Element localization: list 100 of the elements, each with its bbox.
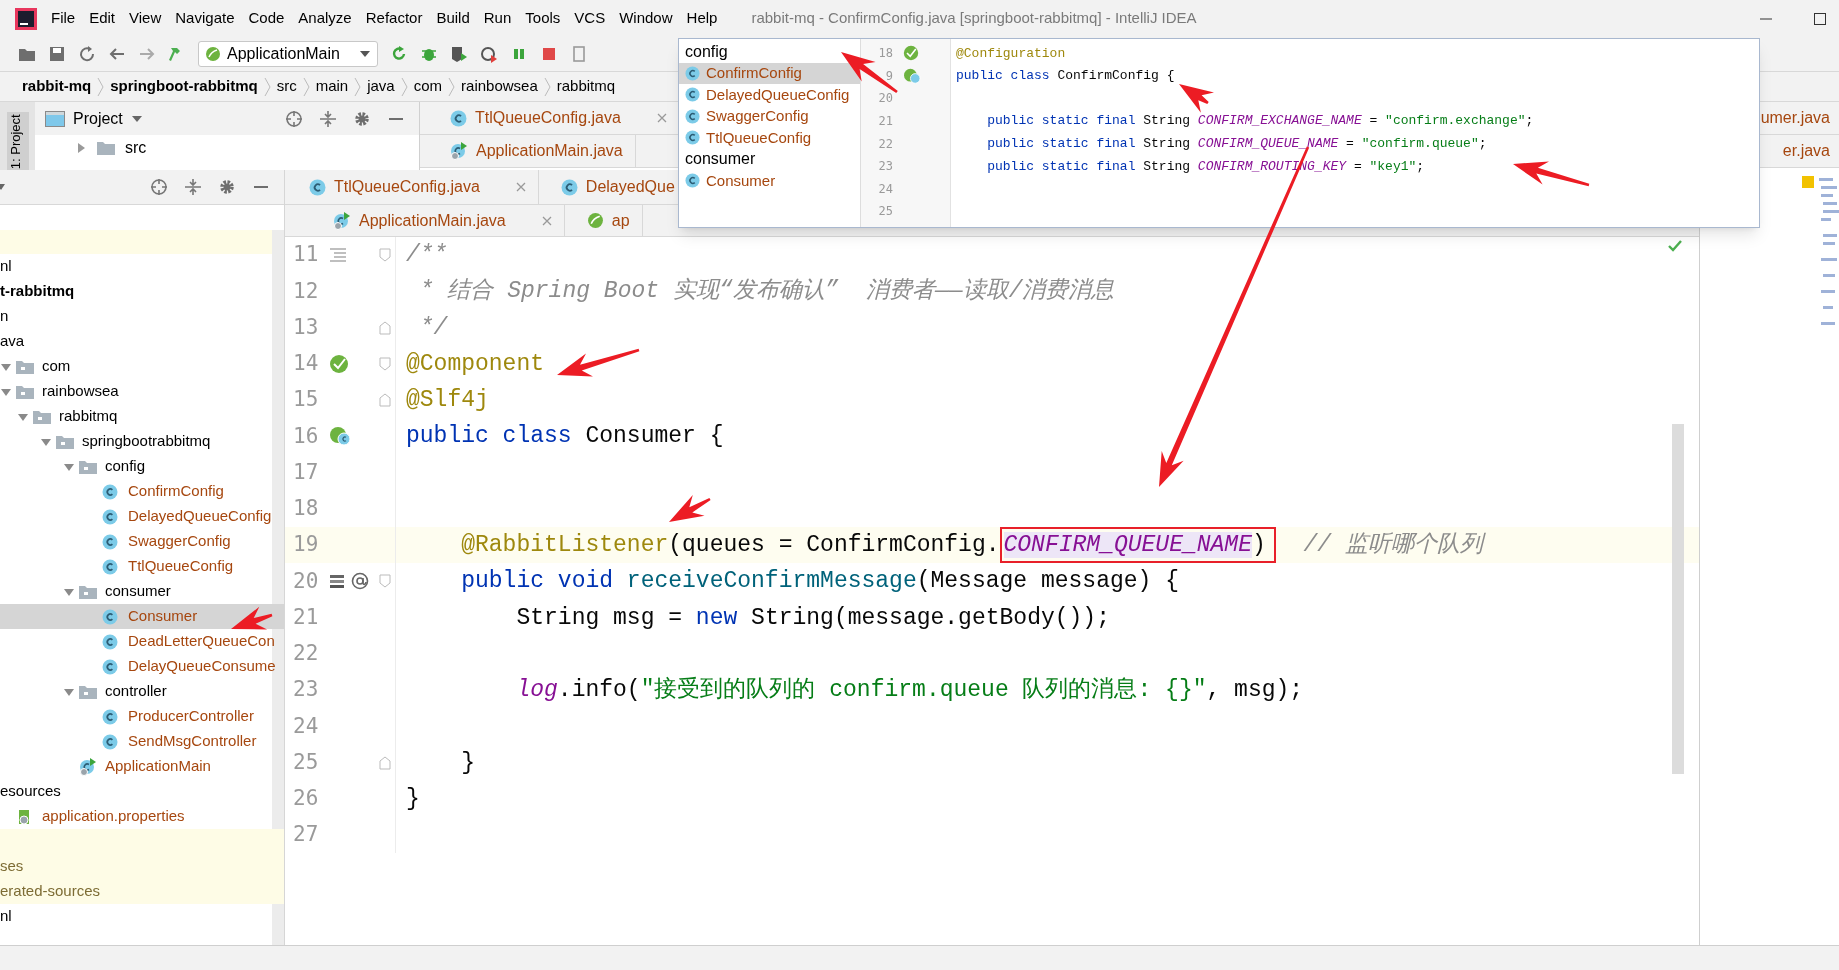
tree-item[interactable]: rabbitmq [0, 404, 284, 429]
tree-item[interactable]: DelayedQueueConfig [0, 504, 284, 529]
tree-item[interactable]: ConfirmConfig [0, 479, 284, 504]
tree-item[interactable]: ProducerController [0, 704, 284, 729]
tree-item[interactable]: nl [0, 254, 284, 279]
breadcrumb[interactable]: com [413, 75, 443, 98]
group-header: consumer [684, 149, 757, 170]
line-number: 21 [878, 113, 893, 131]
breadcrumb[interactable]: rabbit-mq [22, 75, 92, 98]
menu-item[interactable]: Analyze [298, 7, 352, 30]
tree-item[interactable]: springbootrabbitmq [0, 429, 284, 454]
code-line: */ [395, 309, 448, 346]
line-number: 20 [292, 567, 320, 595]
line-number: 12 [292, 277, 320, 305]
tree-item[interactable]: config [0, 454, 284, 479]
line-number: 18 [878, 45, 893, 63]
line-number: 27 [292, 821, 320, 849]
menu-item[interactable]: Code [248, 7, 285, 30]
menu-item[interactable]: Refactor [365, 7, 423, 30]
tree-item[interactable]: SwaggerConfig [0, 529, 284, 554]
menu-item[interactable]: Window [619, 7, 673, 30]
run-configuration-dropdown[interactable]: ApplicationMain [198, 41, 378, 67]
line-number: 21 [292, 603, 320, 631]
tree-item[interactable]: com [0, 354, 284, 379]
line-number: 16 [292, 422, 320, 450]
breadcrumb[interactable]: main [315, 75, 349, 98]
menu-item[interactable]: Edit [89, 7, 116, 30]
code-line: } [395, 780, 420, 817]
code-line: public void receiveConfirmMessage(Message message) { [395, 563, 1179, 600]
line-number: 14 [292, 350, 320, 378]
menu-item[interactable]: VCS [574, 7, 606, 30]
panel-title[interactable]: Project [73, 106, 123, 131]
tree-item[interactable]: controller [0, 679, 284, 704]
tree-item[interactable]: consumer [0, 579, 284, 604]
window-title: rabbit-mq - ConfirmConfig.java [springboot-rabbitmq] - IntelliJ IDEA [751, 8, 1197, 29]
code-line: @Slf4j [395, 382, 489, 419]
line-number: 22 [878, 135, 893, 153]
tree-item[interactable]: esources [0, 779, 284, 804]
line-number: 25 [292, 748, 320, 776]
line-number: 9 [885, 67, 893, 85]
tree-item[interactable]: rainbowsea [0, 379, 284, 404]
line-number: 11 [292, 241, 320, 269]
menu-item[interactable]: Run [483, 7, 512, 30]
code-line: public static final String CONFIRM_EXCHANGE_NAME = "confirm.exchange"; [986, 112, 1534, 131]
line-number: 15 [292, 386, 320, 414]
tree-item[interactable]: ses [0, 854, 284, 879]
line-number: 23 [292, 676, 320, 704]
line-number: 13 [292, 313, 320, 341]
line-number: 18 [292, 495, 320, 523]
editor-tab[interactable]: ApplicationMain.java [420, 135, 636, 167]
tree-item[interactable]: ApplicationMain [0, 754, 284, 779]
tree-item[interactable]: nl [0, 904, 284, 929]
line-number: 23 [878, 158, 893, 176]
tree-item[interactable]: DelayQueueConsume [0, 654, 284, 679]
code-line: @Component [395, 345, 545, 382]
breadcrumb[interactable]: rainbowsea [461, 75, 538, 98]
tree-item[interactable]: src [125, 135, 147, 160]
tree-item[interactable]: Consumer [0, 604, 284, 629]
line-number: 17 [292, 458, 320, 486]
line-number: 26 [292, 785, 320, 813]
editor-tab[interactable]: umer.java [1760, 102, 1839, 134]
line-number: 24 [878, 180, 893, 198]
tree-item[interactable]: application.properties [0, 804, 284, 829]
code-line: log.info("接受到的队列的 confirm.queue 队列的消息: {}", msg); [395, 672, 1304, 709]
line-number: 19 [292, 531, 320, 559]
code-line: String msg = new String(message.getBody()); [395, 599, 1110, 636]
tree-item[interactable]: SendMsgController [0, 729, 284, 754]
editor-tab[interactable]: ap [564, 205, 643, 236]
code-line: /** [395, 237, 448, 274]
menu-item[interactable]: Build [436, 7, 470, 30]
editor-tab[interactable]: ApplicationMain.java [285, 205, 565, 236]
code-line: * 结合 Spring Boot 实现“发布确认” 消费者——读取/消费消息 [395, 273, 1115, 310]
line-number: 20 [878, 90, 893, 108]
menu-item[interactable]: Tools [525, 7, 561, 30]
editor-tab[interactable]: TtlQueueConfig.java [285, 170, 539, 204]
breadcrumb[interactable]: springboot-rabbitmq [110, 75, 258, 98]
editor-tab[interactable]: er.java [1782, 135, 1839, 167]
menu-item[interactable]: Navigate [175, 7, 235, 30]
project-tool-tab[interactable]: 1: Project [6, 112, 29, 172]
menu-item[interactable]: File [51, 7, 76, 30]
breadcrumb[interactable]: rabbitmq [556, 75, 616, 98]
menu-item[interactable]: View [129, 7, 162, 30]
code-line: public class ConfirmConfig { [956, 67, 1175, 86]
line-number: 25 [878, 203, 893, 221]
search-result-item[interactable]: ConfirmConfig [679, 62, 860, 84]
menu-item[interactable]: Help [686, 7, 718, 30]
group-header: config [684, 41, 729, 62]
tree-item[interactable]: ava [0, 329, 284, 354]
code-line: @Configuration [956, 44, 1066, 63]
code-line: public class Consumer { [395, 418, 724, 455]
line-number: 22 [292, 640, 320, 668]
tree-item[interactable]: erated-sources [0, 879, 284, 904]
breadcrumb[interactable]: src [276, 75, 297, 98]
line-number: 24 [292, 712, 320, 740]
tree-item[interactable]: n [0, 304, 284, 329]
tree-item[interactable]: TtlQueueConfig [0, 554, 284, 579]
tree-item[interactable]: DeadLetterQueueCon [0, 629, 284, 654]
breadcrumb[interactable]: java [367, 75, 395, 98]
tree-item[interactable]: t-rabbitmq [0, 279, 284, 304]
code-line: } [395, 744, 475, 781]
